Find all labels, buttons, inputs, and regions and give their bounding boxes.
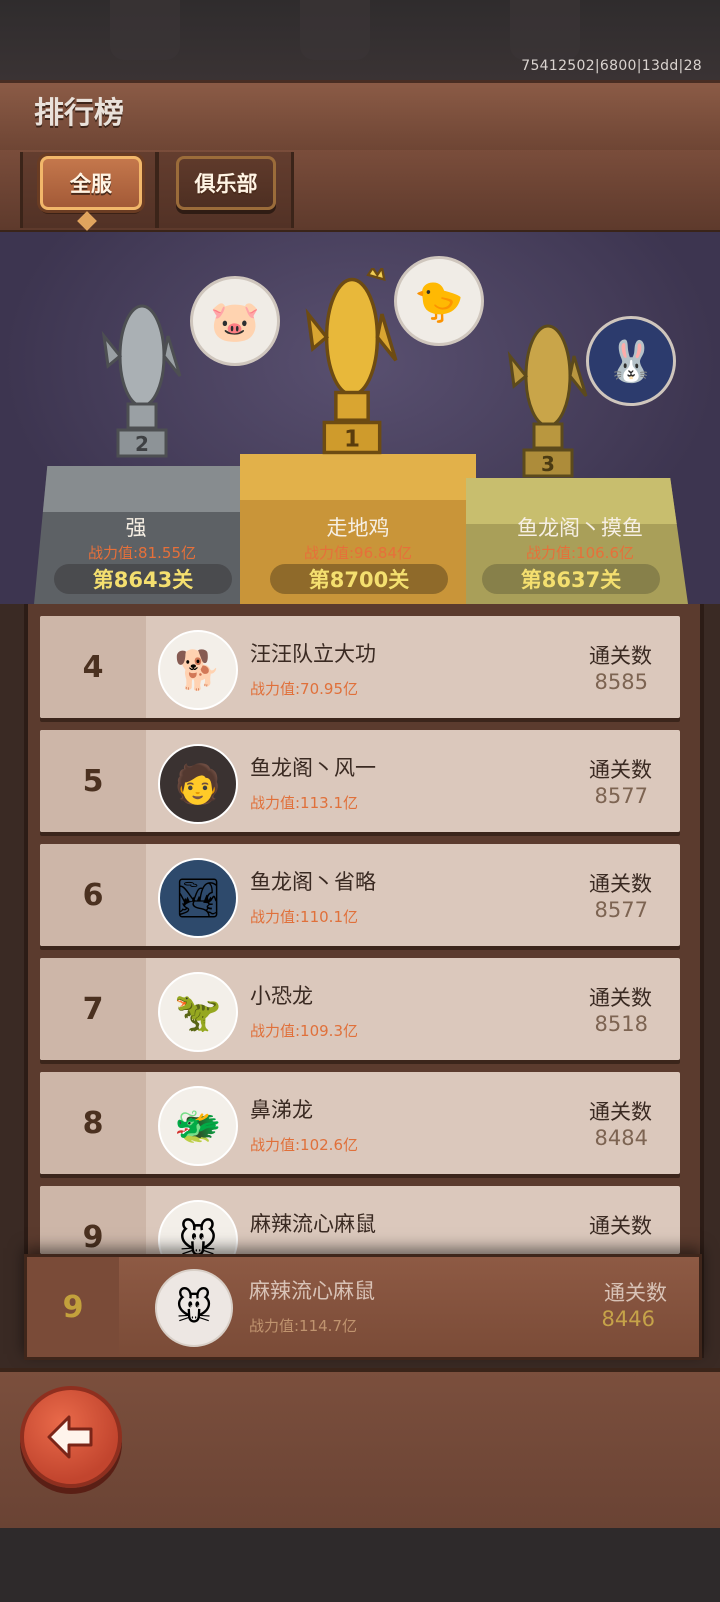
pass-count-value: 8585 (594, 670, 648, 694)
podium-second-level: 第8643关 (54, 564, 232, 594)
rabbit-icon[interactable]: 🐰 (586, 316, 676, 406)
my-pass-value: 8446 (601, 1307, 655, 1331)
list-item[interactable]: 9 🐭 麻辣流心麻鼠 通关数 (40, 1186, 680, 1254)
rank-number: 6 (40, 844, 146, 946)
rank-number: 9 (40, 1186, 146, 1254)
list-item[interactable]: 4 🐕 汪汪队立大功 战力值:70.95亿 通关数 8585 (40, 616, 680, 718)
pass-count-label: 通关数 (589, 872, 652, 896)
mouse-icon: 🐭 (158, 1200, 238, 1254)
build-id: 75412502|6800|13dd|28 (521, 58, 702, 74)
player-power: 战力值:109.3亿 (250, 1022, 358, 1040)
player-name: 鱼龙阁丶风一 (250, 756, 376, 780)
player-power: 战力值:110.1亿 (250, 908, 358, 926)
leaderboard-screen: 75412502|6800|13dd|28 排行榜 全服 俱乐部 2 1 3 🐷… (0, 0, 720, 1602)
pass-count-label: 通关数 (589, 644, 652, 668)
decor-shape (300, 0, 370, 60)
player-power: 战力值:102.6亿 (250, 1136, 358, 1154)
my-power: 战力值:114.7亿 (249, 1317, 357, 1335)
person-icon: 🧑 (158, 744, 238, 824)
decor-shape (510, 0, 580, 60)
list-item[interactable]: 8 🐲 鼻涕龙 战力值:102.6亿 通关数 8484 (40, 1072, 680, 1174)
list-item[interactable]: 5 🧑 鱼龙阁丶风一 战力值:113.1亿 通关数 8577 (40, 730, 680, 832)
pass-count-value: 8518 (594, 1012, 648, 1036)
back-button[interactable] (20, 1386, 122, 1488)
trophy-rank-label: 2 (135, 432, 149, 456)
player-name: 鱼龙阁丶省略 (250, 870, 376, 894)
rank-number: 7 (40, 958, 146, 1060)
list-item[interactable]: 6 🏞 鱼龙阁丶省略 战力值:110.1亿 通关数 8577 (40, 844, 680, 946)
player-name: 小恐龙 (250, 984, 313, 1008)
my-rank-row[interactable]: 9 🐭 麻辣流心麻鼠 战力值:114.7亿 通关数 8446 (24, 1254, 702, 1360)
trophy-rank-label: 3 (541, 452, 555, 476)
my-name: 麻辣流心麻鼠 (249, 1279, 375, 1303)
podium-second-name: 强 (125, 516, 147, 540)
shiba-icon: 🐕 (158, 630, 238, 710)
my-rank-number: 9 (27, 1257, 119, 1357)
rank-number: 5 (40, 730, 146, 832)
pass-count-value: 8577 (594, 784, 648, 808)
bottom-strip (0, 1528, 720, 1602)
podium-first-level: 第8700关 (270, 564, 448, 594)
mouse-icon: 🐭 (155, 1269, 233, 1347)
pass-count-label: 通关数 (589, 1100, 652, 1124)
player-power: 战力值:70.95亿 (250, 680, 358, 698)
pig-icon[interactable]: 🐷 (190, 276, 280, 366)
podium-first-power: 战力值:96.84亿 (304, 544, 412, 562)
player-name: 麻辣流心麻鼠 (250, 1212, 376, 1236)
chick-icon[interactable]: 🐤 (394, 256, 484, 346)
podium-first-name: 走地鸡 (326, 516, 390, 540)
player-name: 鼻涕龙 (250, 1098, 313, 1122)
tab-club[interactable]: 俱乐部 (176, 156, 276, 210)
back-arrow-icon (47, 1415, 93, 1459)
pass-count-label: 通关数 (589, 986, 652, 1010)
trophy-gold-icon: 1 (300, 265, 404, 464)
player-name: 汪汪队立大功 (250, 642, 376, 666)
pass-count-label: 通关数 (589, 1214, 652, 1238)
dragon-icon: 🐲 (158, 1086, 238, 1166)
page-title: 排行榜 (34, 96, 124, 131)
list-item[interactable]: 7 🦖 小恐龙 战力值:109.3亿 通关数 8518 (40, 958, 680, 1060)
tab-all-server[interactable]: 全服 (40, 156, 142, 210)
podium-third-level: 第8637关 (482, 564, 660, 594)
landscape-icon: 🏞 (158, 858, 238, 938)
pass-count-value: 8484 (594, 1126, 648, 1150)
rank-number: 4 (40, 616, 146, 718)
player-power: 战力值:113.1亿 (250, 794, 358, 812)
trophy-silver-icon: 2 (98, 296, 186, 466)
trophy-rank-label: 1 (344, 427, 360, 453)
my-pass-label: 通关数 (604, 1281, 667, 1305)
pass-count-label: 通关数 (589, 758, 652, 782)
podium-third-power: 战力值:106.6亿 (526, 544, 634, 562)
pass-count-value: 8577 (594, 898, 648, 922)
trophy-bronze-icon: 3 (504, 316, 592, 486)
podium-second-power: 战力值:81.55亿 (88, 544, 196, 562)
podium-third-name: 鱼龙阁丶摸鱼 (517, 516, 643, 540)
dino-icon: 🦖 (158, 972, 238, 1052)
decor-shape (110, 0, 180, 60)
rank-number: 8 (40, 1072, 146, 1174)
